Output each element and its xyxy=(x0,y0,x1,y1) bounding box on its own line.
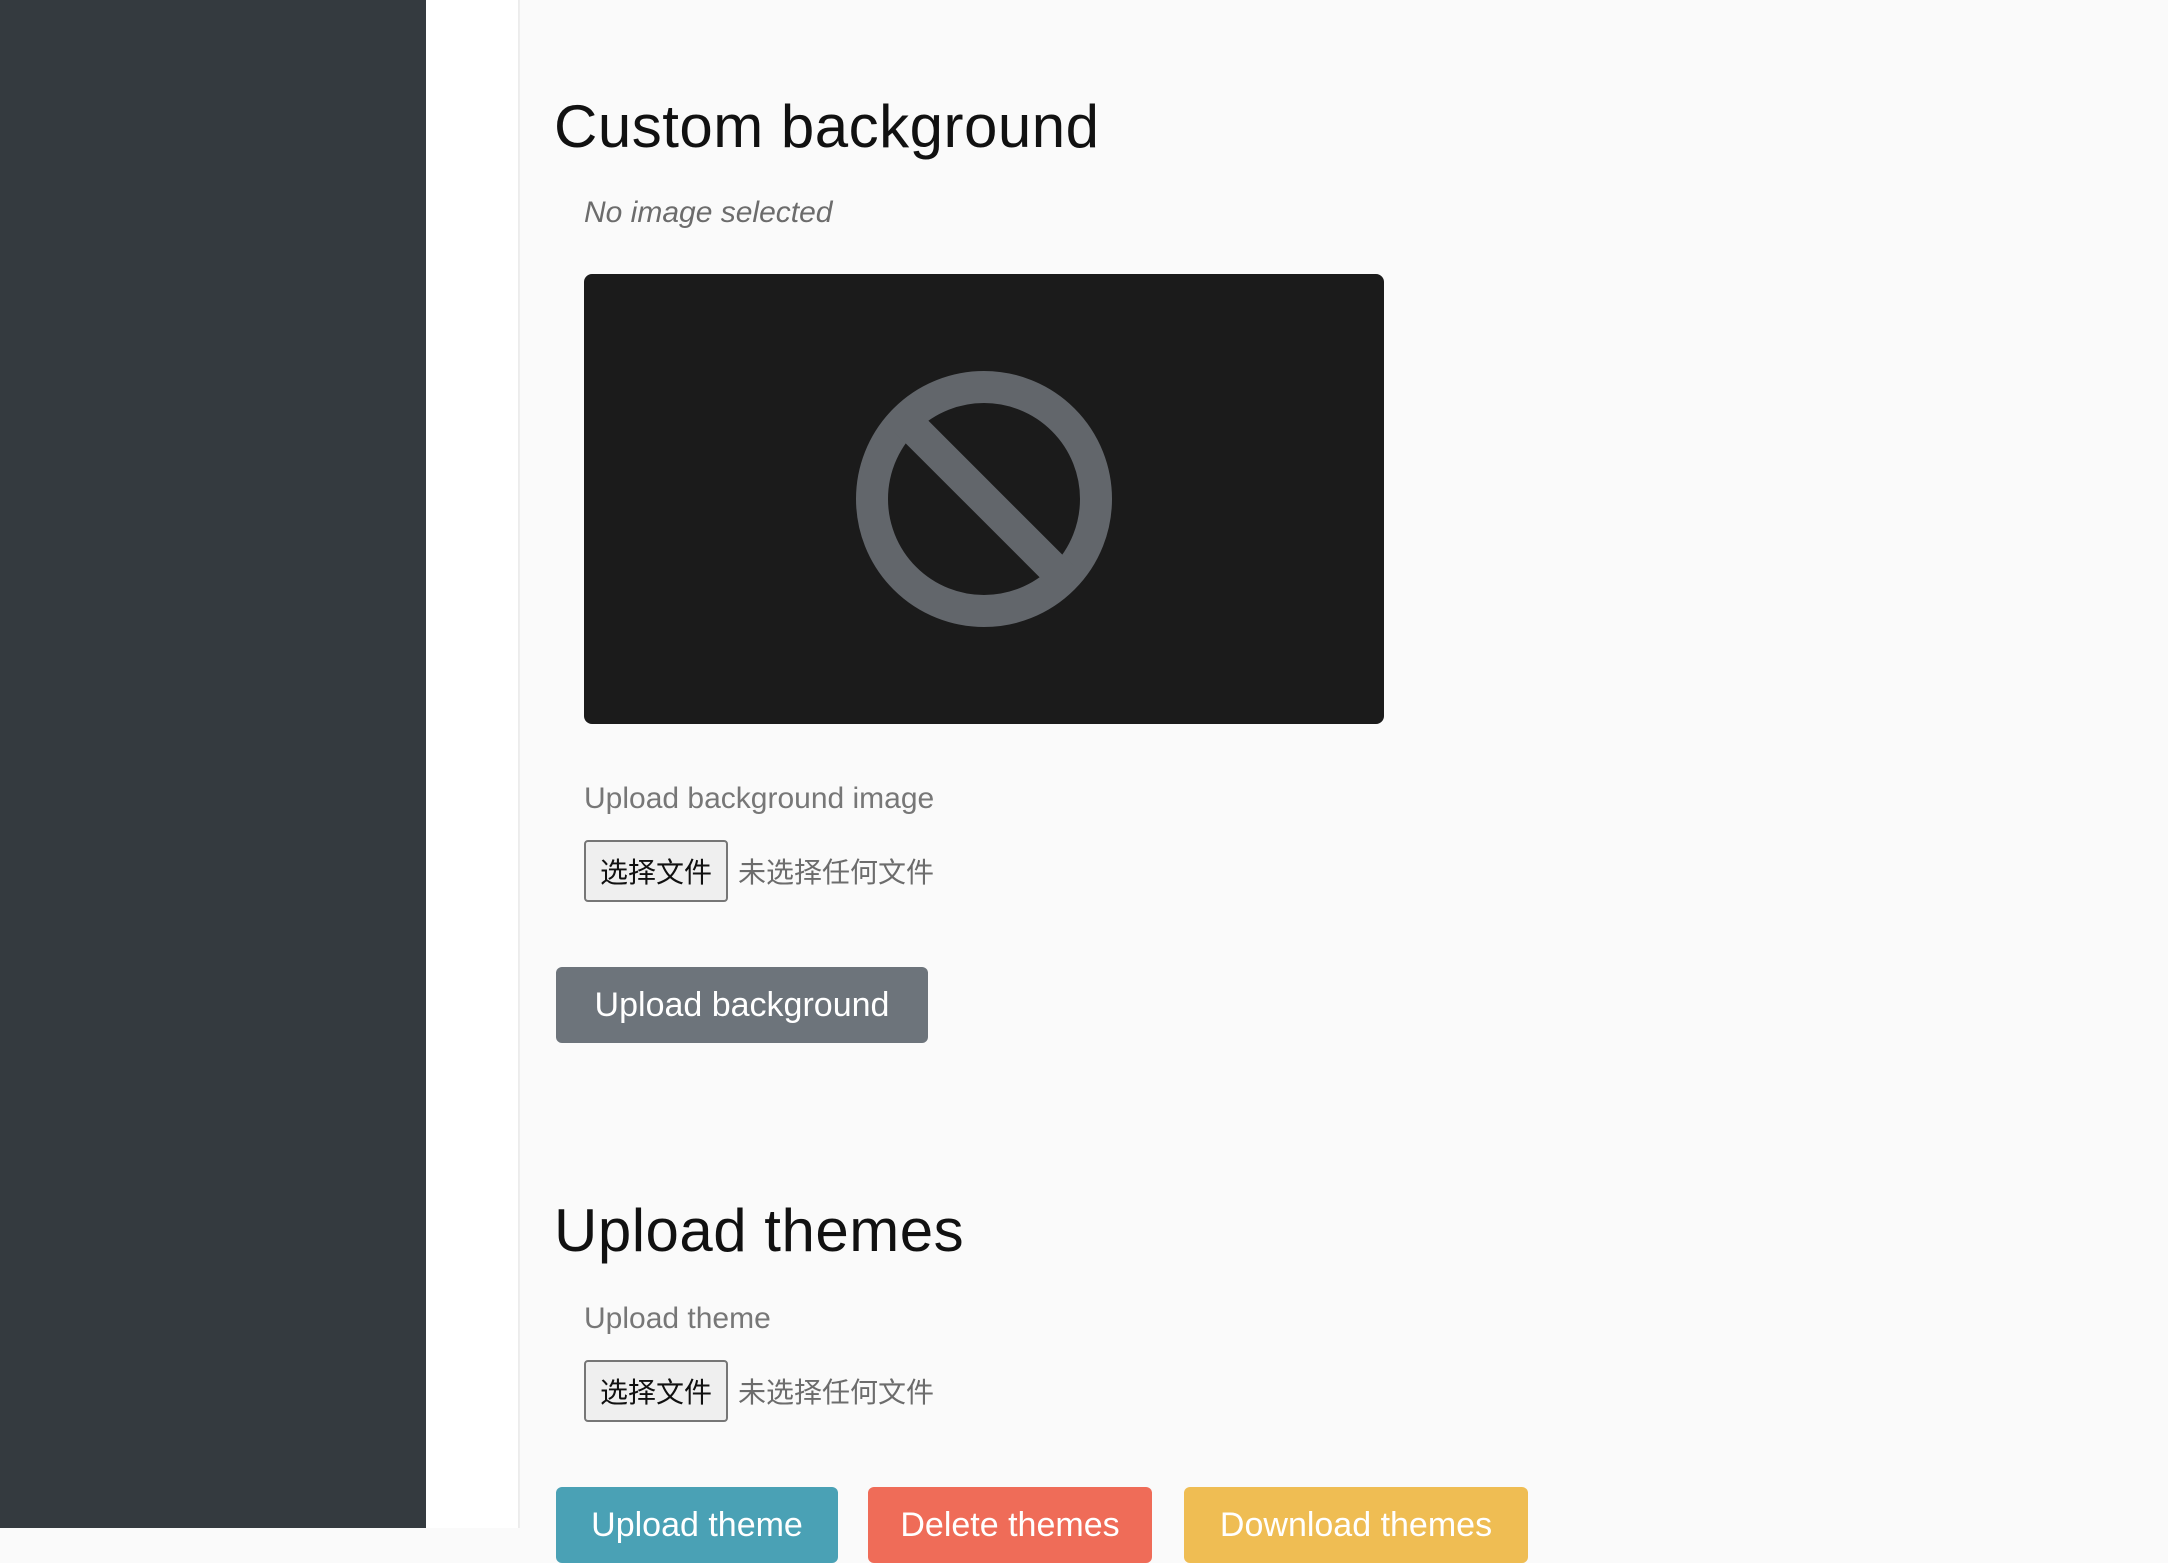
background-file-input[interactable]: 选择文件 未选择任何文件 xyxy=(584,840,934,902)
sidebar xyxy=(0,0,426,1528)
background-preview xyxy=(584,274,1384,724)
delete-themes-button[interactable]: Delete themes xyxy=(868,1487,1152,1563)
choose-file-button[interactable]: 选择文件 xyxy=(584,840,729,902)
upload-background-button[interactable]: Upload background xyxy=(556,967,928,1043)
theme-file-input[interactable]: 选择文件 未选择任何文件 xyxy=(584,1360,934,1422)
no-image-icon xyxy=(856,371,1112,627)
choose-theme-file-button[interactable]: 选择文件 xyxy=(584,1360,729,1422)
download-themes-button[interactable]: Download themes xyxy=(1184,1487,1528,1563)
upload-themes-title: Upload themes xyxy=(554,1197,965,1264)
sidebar-gutter xyxy=(426,0,520,1528)
custom-background-title: Custom background xyxy=(554,93,1100,160)
upload-theme-label: Upload theme xyxy=(584,1302,771,1335)
background-status-text: No image selected xyxy=(584,196,833,229)
main-content: Custom background No image selected Uplo… xyxy=(520,0,2168,1563)
upload-theme-button[interactable]: Upload theme xyxy=(556,1487,838,1563)
no-file-chosen-text: 未选择任何文件 xyxy=(738,856,935,889)
no-theme-file-chosen-text: 未选择任何文件 xyxy=(738,1376,935,1409)
upload-background-label: Upload background image xyxy=(584,782,935,815)
